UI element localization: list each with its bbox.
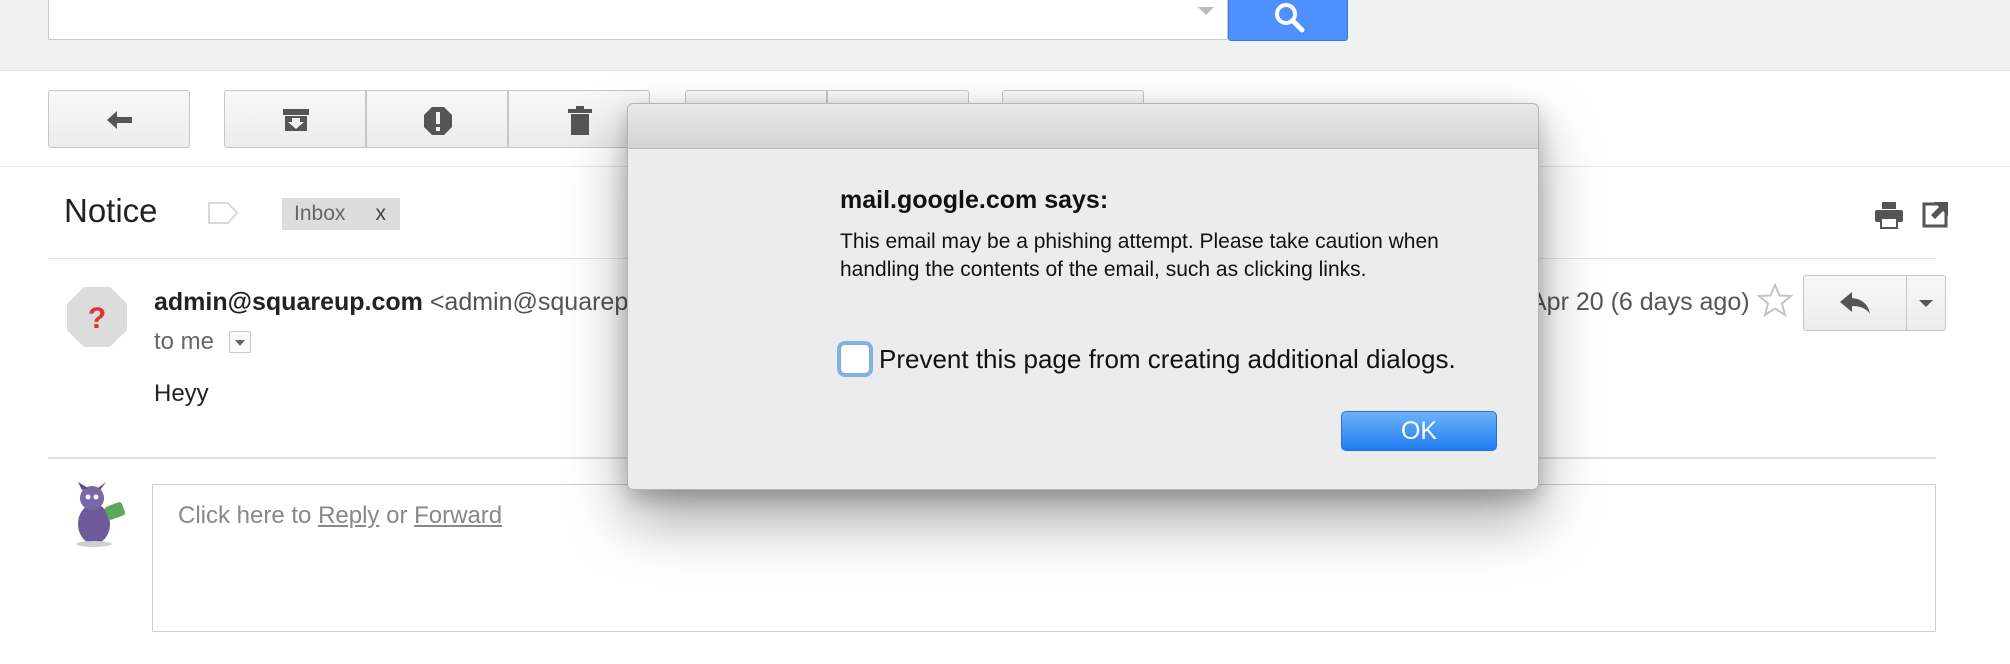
star-icon[interactable] [1757,282,1793,318]
archive-icon [283,109,309,131]
ok-button[interactable]: OK [1341,411,1497,451]
archive-button[interactable] [224,90,366,148]
alert-dialog: mail.google.com says: This email may be … [627,103,1539,490]
back-arrow-icon [107,111,132,129]
inbox-label-chip: Inbox x [282,198,400,230]
more-options-chevron-icon[interactable] [1906,275,1946,331]
top-bar [0,0,2010,71]
report-spam-button[interactable] [366,90,508,148]
search-options-chevron-icon[interactable] [1198,7,1214,15]
show-details-dropdown[interactable] [229,331,251,353]
prevent-dialogs-label[interactable]: Prevent this page from creating addition… [879,344,1456,375]
report-spam-icon [424,107,452,135]
search-button[interactable] [1228,0,1348,41]
email-date: Apr 20 (6 days ago) [1530,288,1750,316]
label-tag-icon[interactable] [208,202,238,224]
search-input[interactable] [48,0,1228,40]
print-icon[interactable] [1874,200,1904,230]
trash-icon [568,106,592,135]
sender-name[interactable]: admin@squareup.com [154,288,423,316]
dialog-titlebar[interactable] [628,104,1538,149]
my-avatar [76,482,126,547]
sender-line: admin@squareup.com <admin@squarep [154,288,628,317]
svg-text:?: ? [88,302,106,335]
search-icon [1275,3,1305,33]
forward-link[interactable]: Forward [414,502,502,529]
reply-link[interactable]: Reply [318,502,379,529]
dialog-message: This email may be a phishing attempt. Pl… [840,230,1439,281]
back-to-inbox-button[interactable] [48,90,190,148]
reply-prompt: Click here to Reply or Forward [178,502,502,530]
email-subject: Notice [64,192,158,229]
reply-button[interactable] [1803,275,1907,331]
reply-prompt-prefix: Click here to [178,502,319,529]
inbox-label-text: Inbox [294,202,346,225]
recipient-text: to me [154,328,215,355]
new-window-icon[interactable] [1922,200,1950,228]
reply-icon [1840,292,1870,314]
reply-prompt-middle: or [379,502,415,529]
remove-label-button[interactable]: x [376,198,387,230]
email-body: Heyy [154,380,209,407]
prevent-dialogs-checkbox[interactable] [840,344,870,374]
dialog-title: mail.google.com says: [840,186,1109,214]
sender-avatar: ? [67,287,127,347]
sender-address: <admin@squarep [429,288,629,316]
